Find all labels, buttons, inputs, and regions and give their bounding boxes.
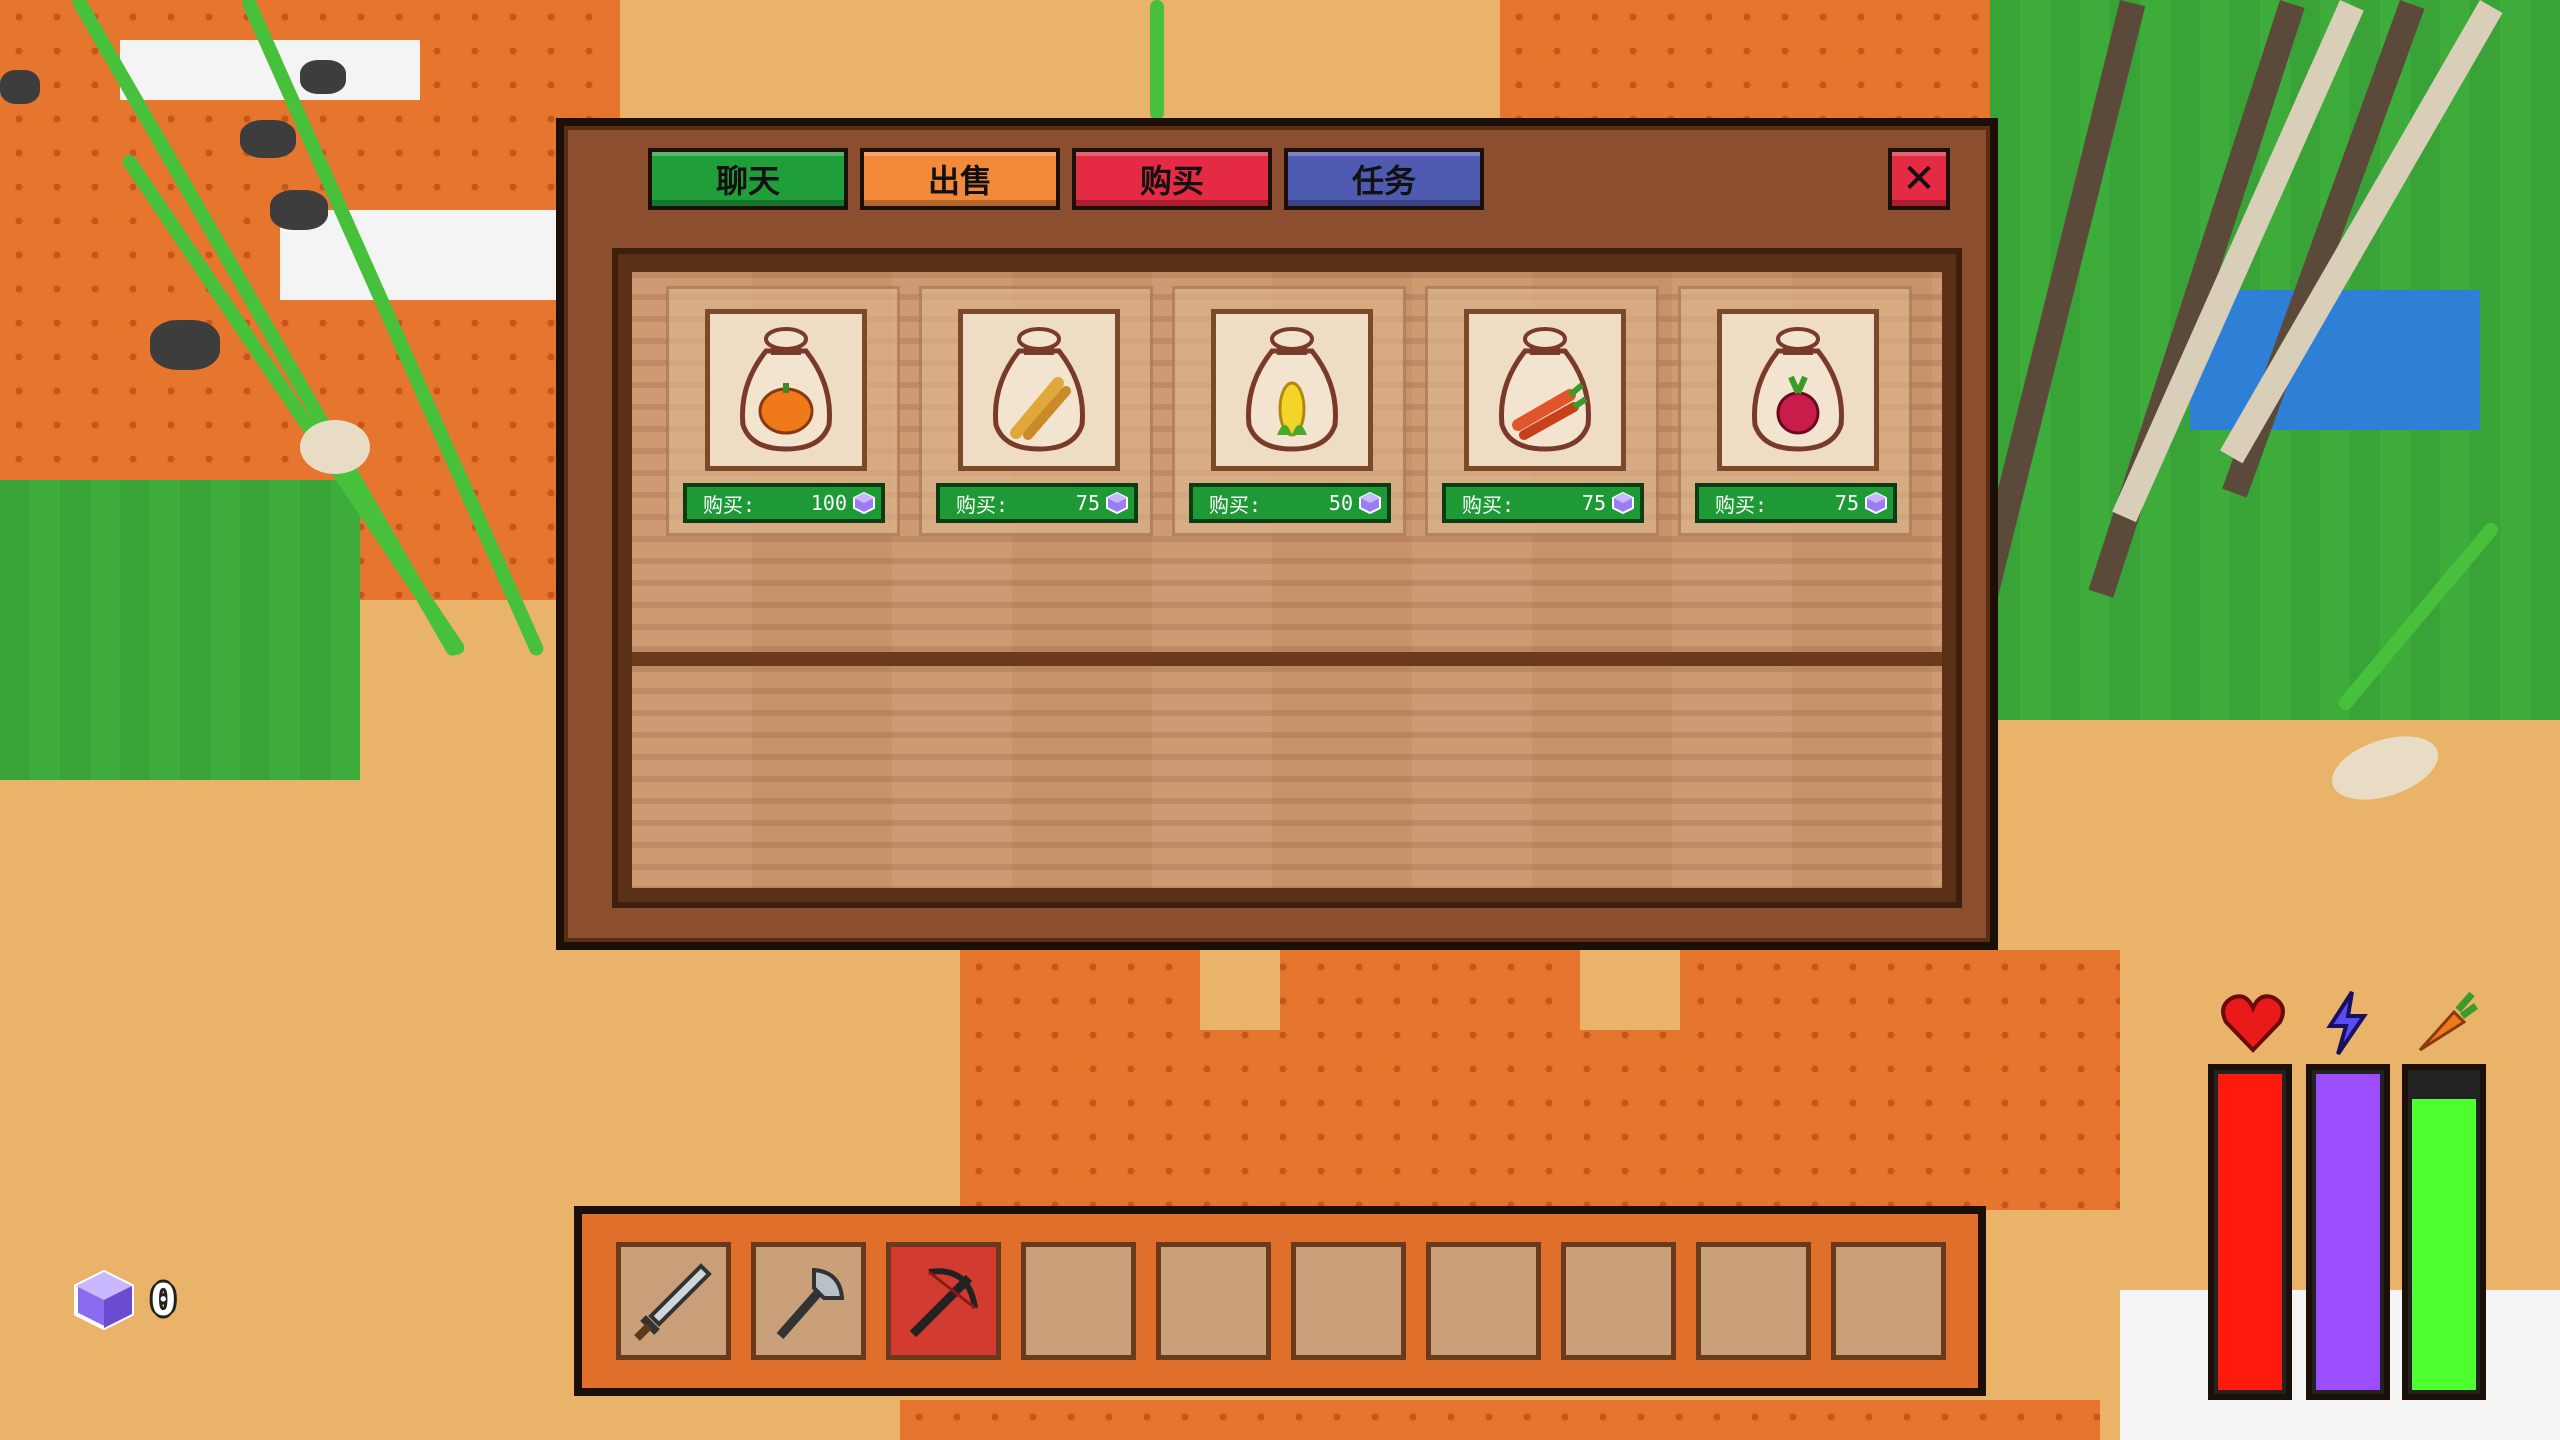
gem-cube-icon — [853, 492, 875, 514]
hotbar-slot[interactable] — [1156, 1242, 1271, 1360]
hotbar-slot[interactable] — [1426, 1242, 1541, 1360]
tab-quests[interactable]: 任务 — [1284, 148, 1484, 210]
price-value: 100 — [810, 491, 847, 515]
price-value: 75 — [1075, 491, 1100, 515]
shelf-lower — [632, 666, 1942, 888]
energy-bar — [2306, 1064, 2390, 1400]
hunger-bar — [2402, 1064, 2486, 1400]
gem-cube-icon — [74, 1269, 134, 1331]
shop-item[interactable]: 购买: 50 — [1172, 286, 1406, 536]
shelf-divider — [632, 652, 1942, 666]
energy-bar-fill — [2316, 1074, 2380, 1390]
item-icon-frame — [958, 309, 1120, 471]
shop-item-list: 购买: 100 购买: 75 购买: 50 购买: 75 购买: 75 — [666, 286, 1912, 536]
beet-seed-bag-icon — [1752, 327, 1844, 452]
axe-icon — [776, 1267, 844, 1339]
shop-item[interactable]: 购买: 75 — [1678, 286, 1912, 536]
gem-cube-icon — [1865, 492, 1887, 514]
tab-sell[interactable]: 出售 — [860, 148, 1060, 210]
hotbar-slot[interactable] — [1561, 1242, 1676, 1360]
price-label: 购买: — [956, 492, 1009, 517]
close-icon: ✕ — [1902, 156, 1936, 202]
buy-price-button[interactable]: 购买: 50 — [1189, 483, 1391, 523]
item-icon-frame — [1717, 309, 1879, 471]
price-value: 75 — [1834, 491, 1859, 515]
tab-chat[interactable]: 聊天 — [648, 148, 848, 210]
item-icon-frame — [1211, 309, 1373, 471]
hunger-bar-fill — [2412, 1099, 2476, 1390]
hotbar-slot[interactable] — [751, 1242, 866, 1360]
lightning-icon — [2326, 990, 2368, 1056]
price-value: 75 — [1581, 491, 1606, 515]
dialog-tabs: 聊天 出售 购买 任务 — [648, 148, 1484, 210]
sword-icon — [633, 1263, 712, 1341]
shop-item[interactable]: 购买: 100 — [666, 286, 900, 536]
close-button[interactable]: ✕ — [1888, 148, 1950, 210]
price-label: 购买: — [1462, 492, 1515, 517]
shop-item[interactable]: 购买: 75 — [1425, 286, 1659, 536]
crossbow-icon — [909, 1268, 978, 1338]
shop-item[interactable]: 购买: 75 — [919, 286, 1153, 536]
pumpkin-seed-bag-icon — [740, 327, 832, 452]
hotbar-slot[interactable] — [1696, 1242, 1811, 1360]
item-icon-frame — [705, 309, 867, 471]
price-label: 购买: — [1209, 492, 1262, 517]
price-value: 50 — [1328, 491, 1353, 515]
buy-price-button[interactable]: 购买: 100 — [683, 483, 885, 523]
currency-count: 0 — [150, 1274, 177, 1326]
price-label: 购买: — [703, 492, 756, 517]
heart-icon — [2221, 994, 2285, 1053]
price-label: 购买: — [1715, 492, 1768, 517]
hotbar-slot[interactable] — [616, 1242, 731, 1360]
carrot-seed-bag-icon — [1499, 327, 1591, 452]
health-bar — [2208, 1064, 2292, 1400]
gem-cube-icon — [1612, 492, 1634, 514]
item-icon-frame — [1464, 309, 1626, 471]
buy-price-button[interactable]: 购买: 75 — [1442, 483, 1644, 523]
currency-display: 0 — [72, 1268, 177, 1332]
shop-panel: 购买: 100 购买: 75 购买: 50 购买: 75 购买: 75 — [612, 248, 1962, 908]
shop-dialog: 聊天 出售 购买 任务 ✕ 购买: 100 购买: 75 购买: 50 购买: … — [556, 118, 1998, 950]
hotbar — [574, 1206, 1986, 1396]
wheat-seed-bag-icon — [993, 327, 1085, 452]
hotbar-slot[interactable] — [1021, 1242, 1136, 1360]
health-bar-fill — [2218, 1074, 2282, 1390]
hotbar-slot[interactable] — [1291, 1242, 1406, 1360]
buy-price-button[interactable]: 购买: 75 — [1695, 483, 1897, 523]
carrot-icon — [2418, 991, 2479, 1052]
gem-cube-icon — [1359, 492, 1381, 514]
corn-seed-bag-icon — [1246, 327, 1338, 452]
hotbar-slot[interactable] — [1831, 1242, 1946, 1360]
buy-price-button[interactable]: 购买: 75 — [936, 483, 1138, 523]
hotbar-slot-selected[interactable] — [886, 1242, 1001, 1360]
tab-buy[interactable]: 购买 — [1072, 148, 1272, 210]
gem-cube-icon — [1106, 492, 1128, 514]
